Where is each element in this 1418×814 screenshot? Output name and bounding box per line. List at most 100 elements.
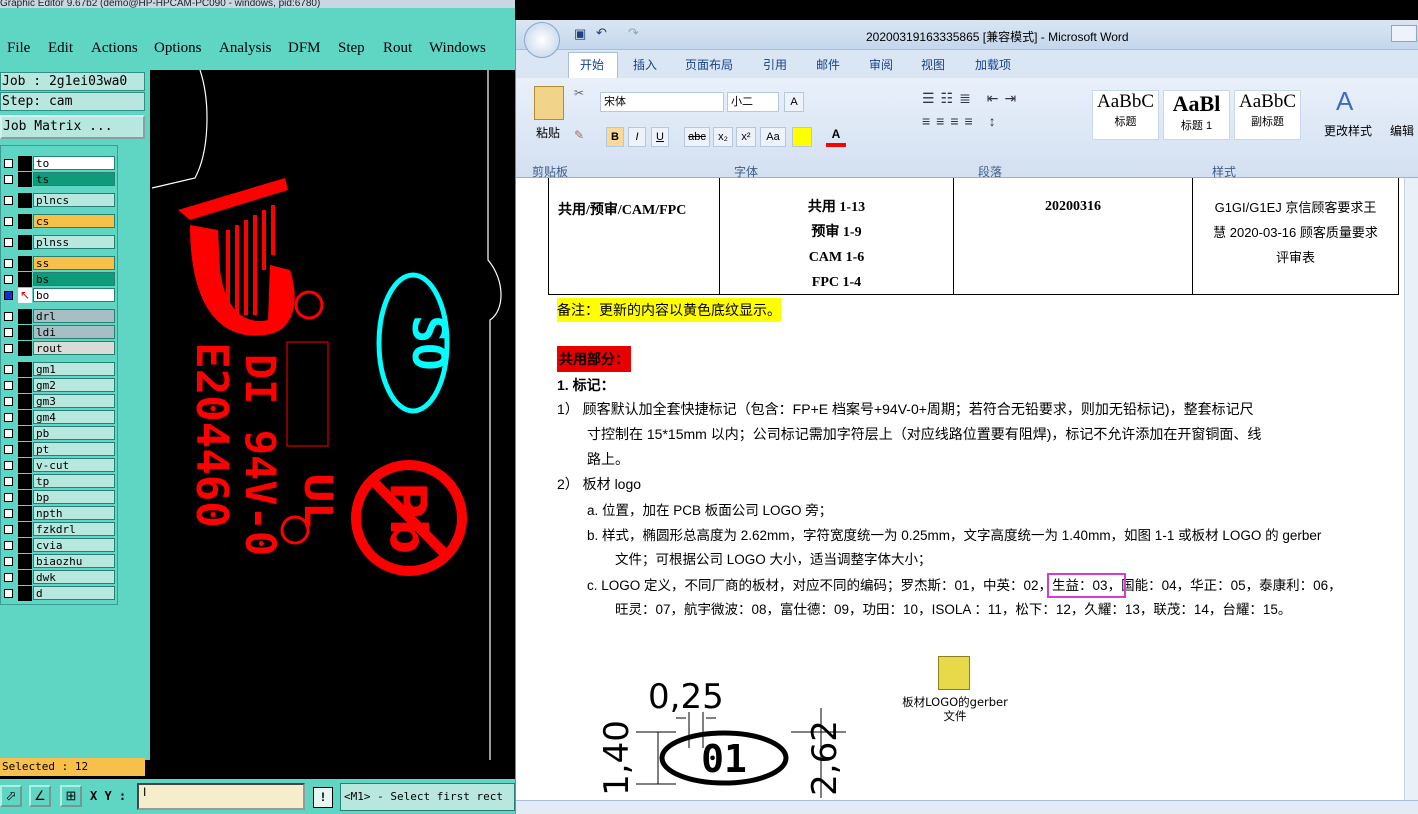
layer-name[interactable]: drl	[33, 309, 115, 323]
change-case-button[interactable]: Aa	[760, 127, 786, 147]
layer-name[interactable]: dwk	[33, 570, 115, 584]
layer-checkbox[interactable]	[4, 217, 13, 226]
layer-checkbox[interactable]	[4, 344, 13, 353]
tab-references[interactable]: 引用	[763, 56, 787, 73]
layer-name[interactable]: fzkdrl	[33, 522, 115, 536]
font-color-icon[interactable]: A	[826, 127, 846, 147]
bold-button[interactable]: B	[606, 127, 624, 147]
layer-checkbox[interactable]	[4, 381, 13, 390]
layer-checkbox[interactable]	[4, 509, 13, 518]
minimize-button[interactable]	[1391, 25, 1417, 42]
layer-row-gm1[interactable]: gm1	[1, 362, 117, 377]
redo-icon[interactable]: ↷	[628, 25, 639, 41]
layer-row-d[interactable]: d	[1, 586, 117, 601]
office-button-icon[interactable]	[524, 22, 560, 58]
format-painter-icon[interactable]: ✎	[574, 128, 584, 142]
layer-row-gm4[interactable]: gm4	[1, 410, 117, 425]
layer-checkbox[interactable]	[4, 196, 13, 205]
layer-name[interactable]: bs	[33, 272, 115, 286]
layer-name[interactable]: npth	[33, 506, 115, 520]
select-tool-icon[interactable]: ⬀	[0, 785, 22, 807]
layer-checkbox[interactable]	[4, 493, 13, 502]
layer-checkbox[interactable]	[4, 573, 13, 582]
layer-name[interactable]: plncs	[33, 193, 115, 207]
menu-actions[interactable]: Actions	[91, 40, 138, 57]
layer-row-cs[interactable]: cs	[1, 214, 117, 229]
layer-name[interactable]: d	[33, 586, 115, 600]
layer-checkbox[interactable]	[4, 413, 13, 422]
layer-checkbox[interactable]	[4, 525, 13, 534]
layer-checkbox[interactable]	[4, 429, 13, 438]
layer-row-fzkdrl[interactable]: fzkdrl	[1, 522, 117, 537]
menu-windows[interactable]: Windows	[429, 40, 486, 57]
vertical-scrollbar[interactable]	[1404, 178, 1418, 800]
paste-icon[interactable]	[534, 86, 564, 120]
layer-checkbox[interactable]	[4, 589, 13, 598]
layer-checkbox[interactable]	[4, 259, 13, 268]
edit-label[interactable]: 编辑	[1390, 122, 1414, 139]
layer-name[interactable]: cs	[33, 214, 115, 228]
layer-row-to[interactable]: to	[1, 156, 117, 171]
menu-analysis[interactable]: Analysis	[219, 40, 272, 57]
undo-icon[interactable]: ↶	[596, 25, 607, 41]
tab-mailings[interactable]: 邮件	[816, 56, 840, 73]
layer-name[interactable]: gm2	[33, 378, 115, 392]
layer-checkbox[interactable]	[4, 312, 13, 321]
tab-home[interactable]: 开始	[580, 56, 604, 73]
layer-row-npth[interactable]: npth	[1, 506, 117, 521]
paste-label[interactable]: 粘贴	[536, 124, 560, 141]
highlight-icon[interactable]	[792, 127, 812, 147]
paragraph-controls[interactable]: ☰☷≣ ⇤⇥ ≡≡≡≡ ↕	[922, 90, 1072, 150]
change-styles-label[interactable]: 更改样式	[1324, 122, 1372, 139]
layer-name[interactable]: ss	[33, 256, 115, 270]
layer-checkbox[interactable]	[4, 328, 13, 337]
layer-checkbox[interactable]	[4, 275, 13, 284]
layer-row-cvia[interactable]: cvia	[1, 538, 117, 553]
layer-row-drl[interactable]: drl	[1, 309, 117, 324]
alert-button[interactable]: !	[313, 787, 333, 808]
layer-name[interactable]: pb	[33, 426, 115, 440]
layer-name[interactable]: gm3	[33, 394, 115, 408]
layer-name[interactable]: ldi	[33, 325, 115, 339]
layer-checkbox[interactable]	[4, 445, 13, 454]
layer-row-gm3[interactable]: gm3	[1, 394, 117, 409]
tab-insert[interactable]: 插入	[633, 56, 657, 73]
layer-checkbox[interactable]	[4, 291, 13, 300]
layer-checkbox[interactable]	[4, 175, 13, 184]
xy-input[interactable]: I	[137, 783, 305, 810]
layer-name[interactable]: gm1	[33, 362, 115, 376]
layer-name[interactable]: gm4	[33, 410, 115, 424]
layer-row-bo[interactable]: ↖ bo	[1, 288, 117, 303]
layer-row-ts[interactable]: ts	[1, 172, 117, 187]
layer-row-gm2[interactable]: gm2	[1, 378, 117, 393]
layer-checkbox[interactable]	[4, 238, 13, 247]
layer-row-v-cut[interactable]: v-cut	[1, 458, 117, 473]
menu-dfm[interactable]: DFM	[288, 40, 321, 57]
menu-file[interactable]: File	[7, 40, 30, 57]
layer-name[interactable]: pt	[33, 442, 115, 456]
layer-checkbox[interactable]	[4, 477, 13, 486]
layer-checkbox[interactable]	[4, 365, 13, 374]
layer-name[interactable]: to	[33, 156, 115, 170]
job-matrix-button[interactable]: Job Matrix ...	[0, 115, 145, 139]
layer-name[interactable]: bp	[33, 490, 115, 504]
layer-name[interactable]: cvia	[33, 538, 115, 552]
layer-row-tp[interactable]: tp	[1, 474, 117, 489]
graphic-canvas[interactable]: SO Pb E204460 DI 94V-0 UL	[150, 70, 512, 778]
layer-checkbox[interactable]	[4, 461, 13, 470]
document-area[interactable]: 共用/预审/CAM/FPC 共用 1-13 预审 1-9 CAM 1-6 FPC…	[516, 178, 1418, 800]
layer-row-pb[interactable]: pb	[1, 426, 117, 441]
menu-rout[interactable]: Rout	[383, 40, 412, 57]
underline-button[interactable]: U	[651, 127, 669, 147]
style-heading1[interactable]: AaBl 标题 1	[1163, 90, 1230, 140]
style-subtitle[interactable]: AaBbC 副标题	[1234, 90, 1301, 140]
tab-layout[interactable]: 页面布局	[685, 56, 733, 73]
superscript-button[interactable]: x²	[736, 127, 756, 147]
layer-row-dwk[interactable]: dwk	[1, 570, 117, 585]
font-name-select[interactable]: 宋体	[600, 92, 724, 112]
menu-edit[interactable]: Edit	[48, 40, 73, 57]
grid-tool-icon[interactable]: ⊞	[60, 785, 82, 807]
embedded-object-label[interactable]: 板材LOGO的gerber 文件	[896, 695, 1014, 723]
layer-name[interactable]: tp	[33, 474, 115, 488]
layer-row-ss[interactable]: ss	[1, 256, 117, 271]
